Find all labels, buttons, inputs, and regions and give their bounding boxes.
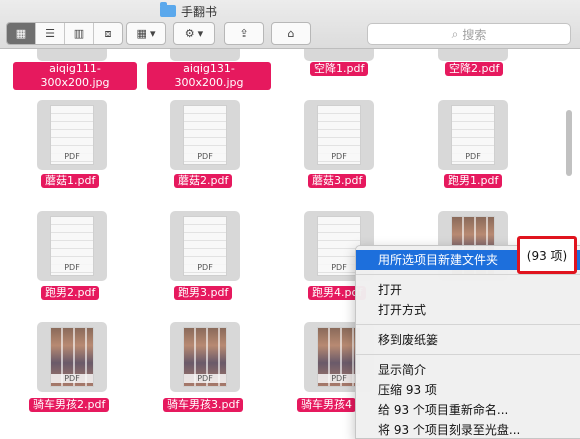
- chevron-down-icon: ▾: [149, 27, 156, 40]
- list-icon: ☰: [45, 27, 55, 40]
- file-label[interactable]: 跑男1.pdf: [444, 174, 503, 188]
- file-thumbnail[interactable]: [438, 49, 508, 61]
- menu-item-open[interactable]: 打开: [356, 280, 580, 300]
- file-label[interactable]: 骑车男孩2.pdf: [29, 398, 110, 412]
- file-ext: PDF: [318, 374, 360, 383]
- coverflow-icon: ⧈: [104, 26, 112, 40]
- finder-toolbar: 手翻书 ▦ ☰ ▥ ⧈ ▦ ▾ ⚙ ▾ ⇪ ⌂ ⌕ 搜索: [0, 0, 580, 49]
- menu-item-get-info[interactable]: 显示简介: [356, 360, 580, 380]
- file-label[interactable]: aiqig111-300x200.jpg: [13, 62, 137, 90]
- file-thumbnail[interactable]: PDF: [438, 100, 508, 170]
- arrange-button[interactable]: ▦ ▾: [126, 22, 166, 45]
- file-thumbnail[interactable]: PDF: [37, 322, 107, 392]
- search-field[interactable]: ⌕ 搜索: [367, 23, 571, 45]
- pdf-document-icon: PDF: [50, 105, 94, 165]
- folder-icon: [160, 2, 176, 17]
- pdf-document-icon: PDF: [183, 105, 227, 165]
- menu-item-compress[interactable]: 压缩 93 项: [356, 380, 580, 400]
- menu-item-move-to-trash[interactable]: 移到废纸篓: [356, 330, 580, 350]
- file-label[interactable]: 蘑菇1.pdf: [41, 174, 100, 188]
- view-mode-switcher: ▦ ☰ ▥ ⧈: [6, 22, 123, 45]
- file-ext: PDF: [318, 152, 360, 161]
- file-label[interactable]: 空降1.pdf: [310, 62, 369, 76]
- file-label[interactable]: 跑男2.pdf: [41, 286, 100, 300]
- vertical-scrollbar[interactable]: [566, 110, 572, 176]
- context-menu: 用所选项目新建文件夹 打开 打开方式 移到废纸篓 显示简介 压缩 93 项 给 …: [355, 245, 580, 439]
- menu-separator: [356, 274, 580, 275]
- list-view-button[interactable]: ☰: [36, 23, 65, 44]
- tags-button[interactable]: ⌂: [271, 22, 311, 45]
- menu-item-burn-to-disc[interactable]: 将 93 个项目刻录至光盘...: [356, 420, 580, 438]
- file-thumbnail[interactable]: PDF: [304, 100, 374, 170]
- file-label[interactable]: aiqig131-300x200.jpg: [147, 62, 271, 90]
- file-thumbnail[interactable]: [304, 49, 374, 61]
- action-button[interactable]: ⚙ ▾: [173, 22, 215, 45]
- file-thumbnail[interactable]: PDF: [170, 100, 240, 170]
- file-ext: PDF: [51, 374, 93, 383]
- file-ext: PDF: [51, 152, 93, 161]
- count-callout: (93 项): [517, 236, 577, 274]
- file-label[interactable]: 骑车男孩4: [297, 398, 356, 412]
- file-thumbnail[interactable]: PDF: [37, 211, 107, 281]
- file-thumbnail[interactable]: [37, 49, 107, 61]
- file-label[interactable]: 骑车男孩3.pdf: [163, 398, 244, 412]
- coverflow-view-button[interactable]: ⧈: [94, 23, 122, 44]
- file-ext: PDF: [51, 263, 93, 272]
- menu-separator: [356, 324, 580, 325]
- window-title-text: 手翻书: [181, 4, 218, 19]
- file-ext: PDF: [318, 263, 360, 272]
- menu-separator: [356, 354, 580, 355]
- pdf-document-icon: PDF: [183, 216, 227, 276]
- file-ext: PDF: [452, 152, 494, 161]
- icon-view-button[interactable]: ▦: [7, 23, 36, 44]
- grid-icon: ▦: [15, 27, 27, 40]
- chevron-down-icon: ▾: [197, 27, 204, 40]
- window-title: 手翻书: [160, 2, 218, 19]
- search-icon: ⌕: [451, 26, 459, 41]
- file-label[interactable]: 空降2.pdf: [445, 62, 504, 76]
- file-ext: PDF: [184, 263, 226, 272]
- search-placeholder: 搜索: [462, 27, 487, 42]
- column-view-button[interactable]: ▥: [65, 23, 94, 44]
- file-thumbnail[interactable]: [170, 49, 240, 61]
- file-thumbnail[interactable]: PDF: [37, 100, 107, 170]
- file-thumbnail[interactable]: PDF: [170, 322, 240, 392]
- pdf-document-icon: PDF: [317, 105, 361, 165]
- menu-item-open-with[interactable]: 打开方式: [356, 300, 580, 320]
- arrange-grid-icon: ▦: [136, 27, 147, 40]
- file-ext: PDF: [184, 152, 226, 161]
- file-label[interactable]: 跑男3.pdf: [174, 286, 233, 300]
- pdf-document-icon: PDF: [183, 327, 227, 387]
- pdf-document-icon: PDF: [451, 105, 495, 165]
- columns-icon: ▥: [73, 27, 85, 40]
- share-icon: ⇪: [239, 27, 249, 40]
- pdf-document-icon: PDF: [50, 327, 94, 387]
- tag-icon: ⌂: [287, 27, 295, 40]
- file-ext: PDF: [184, 374, 226, 383]
- pdf-document-icon: PDF: [50, 216, 94, 276]
- file-thumbnail[interactable]: PDF: [170, 211, 240, 281]
- gear-icon: ⚙: [184, 27, 195, 40]
- share-button[interactable]: ⇪: [224, 22, 264, 45]
- menu-item-rename[interactable]: 给 93 个项目重新命名...: [356, 400, 580, 420]
- file-label[interactable]: 蘑菇2.pdf: [174, 174, 233, 188]
- file-label[interactable]: 蘑菇3.pdf: [308, 174, 367, 188]
